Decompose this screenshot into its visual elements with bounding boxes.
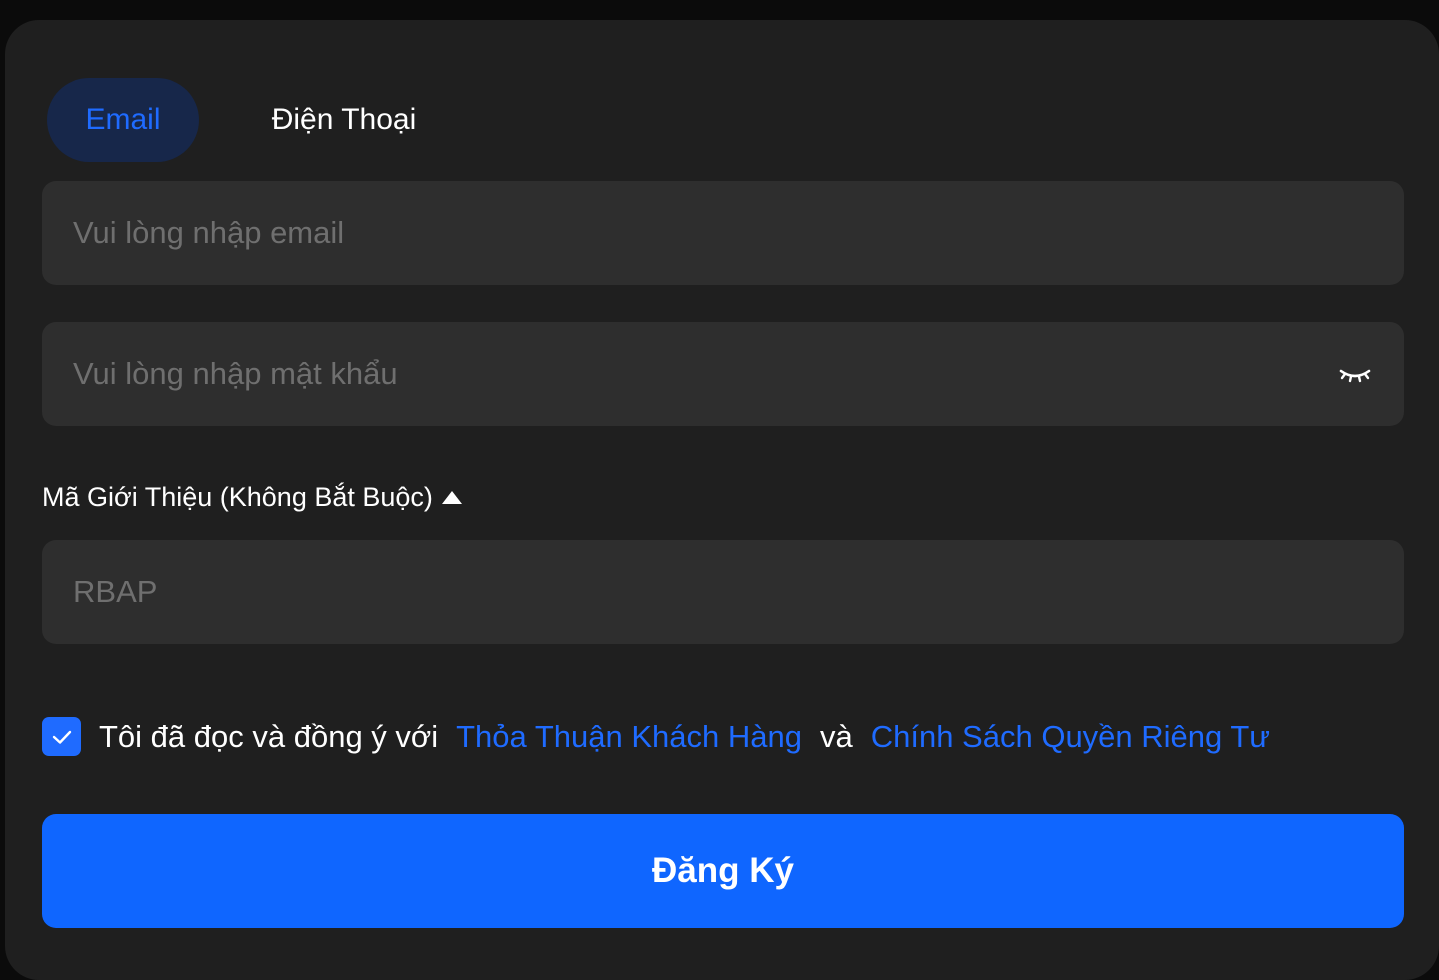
tab-email-label: Email (85, 103, 161, 136)
tab-phone[interactable]: Điện Thoại (241, 78, 447, 162)
tab-email[interactable]: Email (47, 78, 199, 162)
referral-code-field[interactable] (42, 540, 1404, 644)
password-field-container (42, 322, 1404, 426)
email-field[interactable] (42, 181, 1404, 285)
password-field[interactable] (42, 322, 1404, 426)
terms-link[interactable]: Thỏa Thuận Khách Hàng (456, 719, 802, 755)
agreement-row: Tôi đã đọc và đồng ý với Thỏa Thuận Khác… (42, 717, 1270, 756)
referral-field-container (42, 540, 1404, 644)
register-button[interactable]: Đăng Ký (42, 814, 1404, 928)
agreement-prefix: Tôi đã đọc và đồng ý với (99, 718, 439, 754)
tab-phone-label: Điện Thoại (271, 103, 417, 136)
referral-label: Mã Giới Thiệu (Không Bắt Buộc) (42, 482, 433, 512)
register-button-label: Đăng Ký (652, 851, 794, 890)
referral-toggle[interactable]: Mã Giới Thiệu (Không Bắt Buộc) (42, 482, 462, 513)
caret-up-icon (441, 491, 462, 504)
eye-closed-icon[interactable] (1338, 362, 1372, 386)
agreement-conjunction: và (819, 718, 853, 754)
privacy-link[interactable]: Chính Sách Quyền Riêng Tư (871, 719, 1270, 755)
agreement-checkbox[interactable] (42, 717, 81, 756)
checkmark-icon (52, 730, 71, 744)
email-field-container (42, 181, 1404, 285)
